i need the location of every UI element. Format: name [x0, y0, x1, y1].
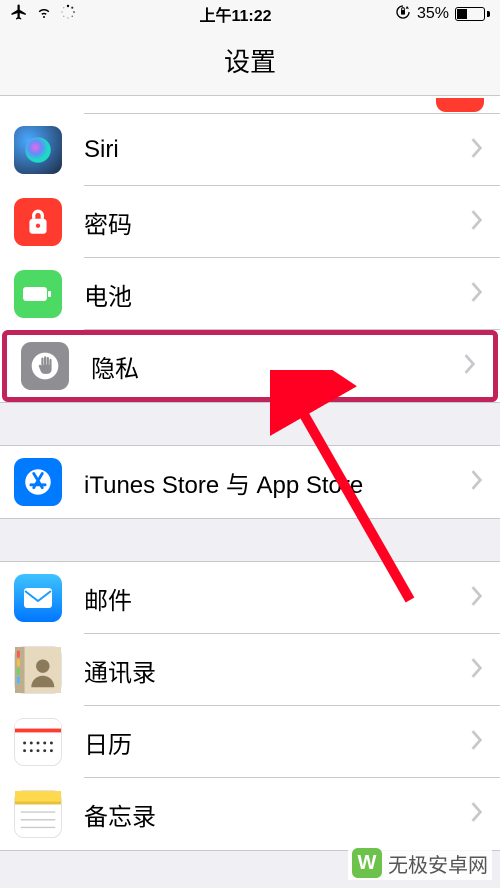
row-label-siri: Siri: [84, 136, 470, 164]
battery-percent: 35%: [417, 5, 449, 23]
row-calendar[interactable]: 日历: [0, 706, 500, 778]
row-password[interactable]: 密码: [0, 186, 500, 258]
row-itunes[interactable]: iTunes Store 与 App Store: [0, 446, 500, 518]
calendar-icon: [14, 718, 62, 766]
partial-row: [0, 96, 500, 114]
status-time: 上午11:22: [199, 2, 271, 26]
page-title: 设置: [0, 28, 500, 96]
chevron-right-icon: [470, 138, 484, 163]
row-mail[interactable]: 邮件: [0, 562, 500, 634]
battery-icon: [455, 7, 490, 21]
settings-group-2: iTunes Store 与 App Store: [0, 445, 500, 519]
orientation-lock-icon: [395, 4, 411, 25]
watermark-logo-icon: [352, 848, 382, 878]
privacy-highlight: 隐私: [2, 330, 498, 402]
row-label-password: 密码: [84, 205, 470, 240]
row-privacy[interactable]: 隐私: [7, 335, 493, 397]
lock-icon: [14, 198, 62, 246]
group-gap: [0, 403, 500, 445]
row-label-calendar: 日历: [84, 725, 470, 760]
contacts-icon: [14, 646, 62, 694]
chevron-right-icon: [470, 586, 484, 611]
chevron-right-icon: [463, 354, 477, 379]
row-label-contacts: 通讯录: [84, 653, 470, 688]
row-battery[interactable]: 电池: [0, 258, 500, 330]
wifi-icon: [34, 4, 54, 25]
appstore-icon: [14, 458, 62, 506]
mail-icon: [14, 574, 62, 622]
row-siri[interactable]: Siri: [0, 114, 500, 186]
loading-icon: [60, 4, 76, 25]
chevron-right-icon: [470, 730, 484, 755]
settings-group-1: Siri 密码 电池 隐私: [0, 96, 500, 403]
chevron-right-icon: [470, 282, 484, 307]
chevron-right-icon: [470, 802, 484, 827]
siri-icon: [14, 126, 62, 174]
status-left: [10, 3, 76, 26]
chevron-right-icon: [470, 658, 484, 683]
row-label-notes: 备忘录: [84, 797, 470, 832]
row-label-battery: 电池: [84, 277, 470, 312]
airplane-icon: [10, 3, 28, 26]
row-label-privacy: 隐私: [91, 349, 463, 384]
status-right: 35%: [395, 4, 490, 25]
status-bar: 上午11:22 35%: [0, 0, 500, 28]
chevron-right-icon: [470, 210, 484, 235]
row-notes[interactable]: 备忘录: [0, 778, 500, 850]
chevron-right-icon: [470, 470, 484, 495]
watermark-text: 无极安卓网: [388, 849, 488, 878]
partial-icon: [436, 98, 484, 112]
row-label-itunes: iTunes Store 与 App Store: [84, 465, 470, 500]
group-gap: [0, 519, 500, 561]
battery-setting-icon: [14, 270, 62, 318]
hand-icon: [21, 342, 69, 390]
row-contacts[interactable]: 通讯录: [0, 634, 500, 706]
notes-icon: [14, 790, 62, 838]
row-label-mail: 邮件: [84, 581, 470, 616]
watermark: 无极安卓网: [348, 846, 492, 880]
settings-group-3: 邮件 通讯录 日历 备忘录: [0, 561, 500, 851]
